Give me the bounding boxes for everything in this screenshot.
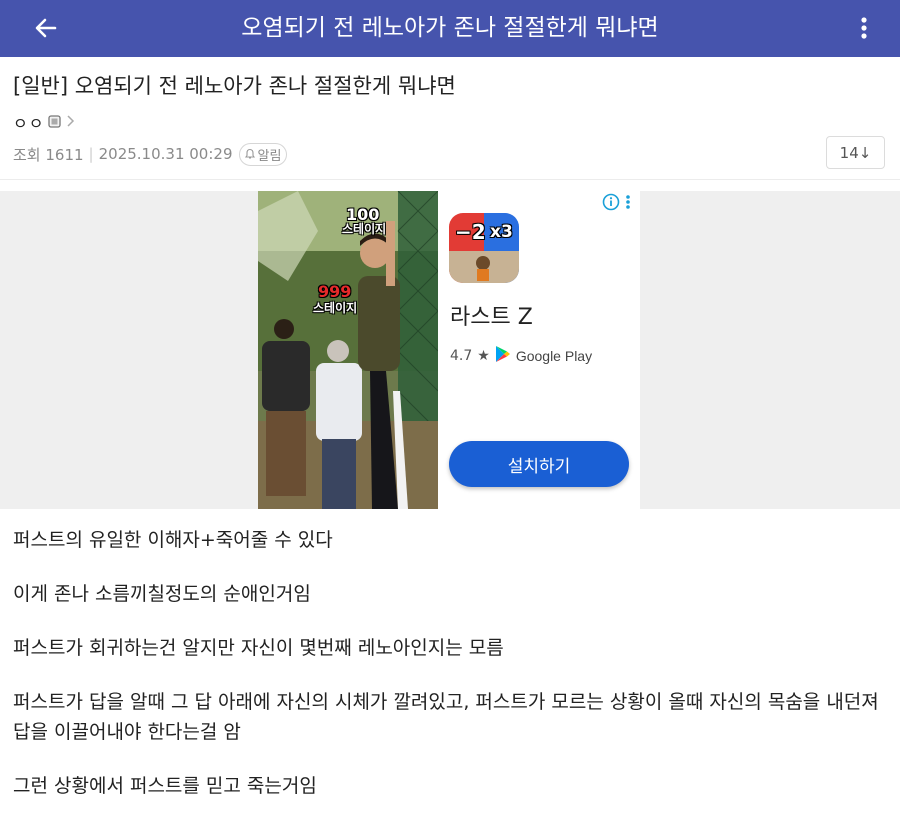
post-datetime: 2025.10.31 00:29: [98, 145, 233, 163]
body-paragraph: 그런 상황에서 퍼스트를 믿고 죽는거임: [13, 775, 317, 797]
install-label: 설치하기: [507, 456, 571, 477]
ad-video[interactable]: 100 스테이지 999 스테이지: [258, 191, 438, 509]
view-count: 조회 1611: [13, 145, 84, 164]
alarm-label: 알림: [257, 148, 282, 164]
more-vert-icon[interactable]: [856, 12, 872, 44]
app-bar: 오염되기 전 레노아가 존나 절절한게 뭐냐면: [0, 0, 900, 57]
alarm-button[interactable]: 알림: [238, 142, 288, 166]
bell-icon: [244, 148, 255, 159]
chevron-right-icon[interactable]: [65, 113, 75, 132]
ad-options-icon[interactable]: [624, 194, 632, 210]
body-paragraph: 퍼스트의 유일한 이해자+죽어줄 수 있다: [13, 529, 333, 551]
post-title: [일반] 오염되기 전 레노아가 존나 절절한게 뭐냐면: [13, 74, 456, 98]
comment-count-button[interactable]: 14↓: [826, 136, 885, 169]
app-icon[interactable]: −2 x3: [449, 213, 519, 283]
ad-video-scene: [258, 191, 438, 509]
comment-count: 14↓: [839, 143, 872, 162]
ad-container: 100 스테이지 999 스테이지 −2 x3 라스트 Z 4.7 ★ Goog…: [0, 191, 900, 509]
stage-bottom-label: 스테이지: [313, 301, 358, 315]
store-label: Google Play: [515, 348, 593, 364]
post-body: 퍼스트의 유일한 이해자+죽어줄 수 있다 이게 존나 소름끼칠정도의 순애인거…: [13, 525, 893, 825]
meta-divider: |: [88, 145, 94, 163]
info-icon[interactable]: [602, 193, 620, 211]
install-button[interactable]: 설치하기: [449, 441, 629, 487]
body-paragraph: 퍼스트가 회귀하는건 알지만 자신이 몇번째 레노아인지는 모름: [13, 637, 504, 659]
app-bar-title: 오염되기 전 레노아가 존나 절절한게 뭐냐면: [241, 15, 659, 41]
rating-row: 4.7 ★ Google Play: [450, 345, 592, 367]
stage-top-label: 스테이지: [342, 222, 387, 236]
body-paragraph: 퍼스트가 답을 알때 그 답 아래에 자신의 시체가 깔려있고, 퍼스트가 모르…: [13, 691, 879, 743]
stage-bottom-number: 999: [318, 282, 352, 301]
star-icon: ★: [477, 348, 490, 364]
body-paragraph: 이게 존나 소름끼칠정도의 순애인거임: [13, 583, 311, 605]
app-icon-times-three: x3: [490, 222, 513, 242]
author-name[interactable]: ㅇㅇ: [13, 110, 44, 134]
app-name: 라스트 Z: [450, 305, 533, 330]
app-icon-minus-two: −2: [455, 220, 486, 244]
header-divider: [0, 179, 900, 180]
ad-card[interactable]: −2 x3 라스트 Z 4.7 ★ Google Play 설치하기: [438, 191, 640, 509]
author-row[interactable]: ㅇㅇ: [13, 110, 75, 134]
google-play-icon: [495, 345, 511, 367]
user-badge-icon: [48, 113, 62, 132]
post-meta: 조회 1611 | 2025.10.31 00:29 알림: [13, 142, 288, 166]
rating-value: 4.7: [450, 348, 473, 364]
